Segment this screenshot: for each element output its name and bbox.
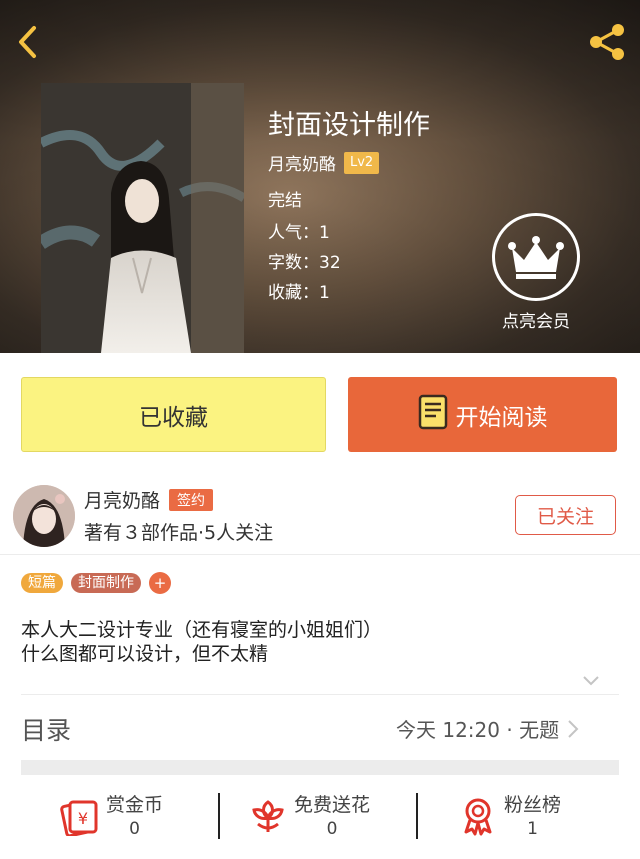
vip-circle (492, 213, 580, 301)
author-stats: 著有３部作品·5人关注 (84, 522, 274, 544)
flower-count: 0 (326, 819, 338, 839)
tag-list: 短篇 封面制作 + (21, 572, 179, 594)
collected-button[interactable]: 已收藏 (21, 377, 326, 452)
reward-coins-button[interactable]: ¥ 赏金币 0 (60, 790, 163, 842)
chevron-down-icon[interactable] (582, 672, 600, 686)
start-reading-button[interactable]: 开始阅读 (348, 377, 617, 452)
book-cover-image[interactable] (41, 83, 244, 353)
latest-chapter[interactable]: 今天 12:20 · 无题 (396, 714, 579, 743)
tag-short[interactable]: 短篇 (21, 573, 63, 593)
award-icon (464, 798, 492, 836)
chevron-left-icon (19, 26, 36, 58)
tag-category[interactable]: 封面制作 (71, 573, 141, 593)
crown-icon (508, 236, 564, 279)
send-flower-button[interactable]: 免费送花 0 (248, 790, 370, 842)
cover-illustration (41, 83, 244, 353)
signed-badge: 签约 (169, 488, 214, 511)
back-button[interactable] (10, 20, 46, 64)
red-envelope-icon: ¥ (60, 800, 98, 836)
latest-chapter-label: 今天 12:20 · 无题 (396, 718, 560, 742)
vip-label: 点亮会员 (502, 312, 570, 332)
fans-count: 1 (527, 819, 538, 839)
author-name[interactable]: 月亮奶酪 (268, 150, 336, 175)
fans-label: 粉丝榜 (504, 794, 562, 816)
chevron-right-icon (568, 719, 579, 738)
description-line: 什么图都可以设计，但不太精 (21, 643, 269, 665)
share-button[interactable] (584, 20, 630, 64)
separator (416, 793, 418, 839)
collected-label: 已收藏 (139, 404, 208, 431)
vip-button[interactable]: 点亮会员 (490, 213, 582, 333)
book-title: 封面设计制作 (268, 110, 430, 141)
separator (218, 793, 220, 839)
author-card-header: 月亮奶酪 签约 (84, 486, 214, 513)
author-card-name[interactable]: 月亮奶酪 (84, 486, 160, 513)
word-count: 字数：32 (268, 253, 341, 273)
divider (0, 554, 640, 555)
reward-label: 赏金币 (106, 794, 164, 816)
book-status: 完结 (268, 191, 302, 211)
flower-label: 免费送花 (294, 794, 371, 816)
reward-count: 0 (129, 819, 140, 839)
favorites-count: 收藏：1 (268, 283, 330, 303)
description-line: 本人大二设计专业（还有寝室的小姐姐们） (21, 619, 383, 641)
book-icon (418, 394, 448, 436)
section-separator (21, 760, 619, 775)
catalog-title[interactable]: 目录 (21, 711, 71, 747)
add-tag-button[interactable]: + (149, 572, 171, 594)
svg-text:¥: ¥ (78, 809, 88, 828)
divider (21, 694, 619, 695)
author-row: 月亮奶酪 Lv2 (268, 150, 380, 175)
share-icon (590, 24, 624, 60)
follow-button[interactable]: 已关注 (515, 495, 616, 535)
popularity-count: 人气：1 (268, 223, 330, 243)
book-header: 封面设计制作 月亮奶酪 Lv2 完结 人气：1 字数：32 收藏：1 点亮会员 (0, 0, 640, 353)
author-avatar[interactable] (13, 485, 75, 547)
start-reading-label: 开始阅读 (455, 404, 548, 431)
level-badge: Lv2 (344, 151, 380, 174)
book-description: 本人大二设计专业（还有寝室的小姐姐们） 什么图都可以设计，但不太精 (21, 618, 382, 666)
fan-ranking-button[interactable]: 粉丝榜 1 (458, 790, 561, 842)
flower-icon (252, 800, 284, 832)
